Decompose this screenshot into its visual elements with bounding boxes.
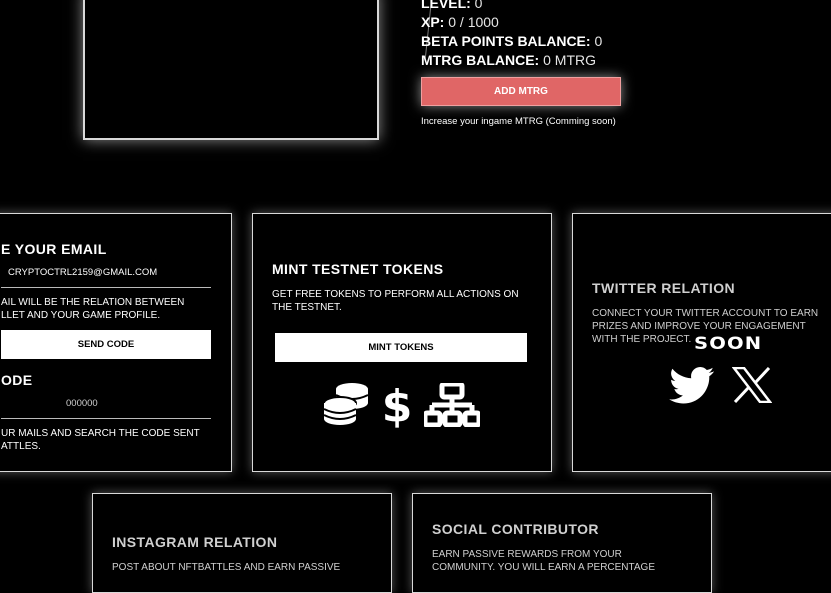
coins-icon xyxy=(322,381,370,427)
svg-text:$: $ xyxy=(383,381,411,429)
xp-row: XP: 0 / 1000 xyxy=(421,14,499,30)
add-mtrg-hint: Increase your ingame MTRG (Comming soon) xyxy=(421,116,616,127)
code-hint: UR MAILS AND SEARCH THE CODE SENT ATTLES… xyxy=(1,428,200,452)
email-card-description: AIL WILL BE THE RELATION BETWEEN LLET AN… xyxy=(1,297,185,321)
network-icon xyxy=(424,383,480,427)
beta-points-row: BETA POINTS BALANCE: 0 xyxy=(421,33,603,49)
instagram-card-description: POST ABOUT NFTBATTLES AND EARN PASSIVE xyxy=(112,562,341,573)
send-code-button[interactable]: SEND CODE xyxy=(1,330,211,359)
instagram-card-title: INSTAGRAM RELATION xyxy=(112,534,278,550)
avatar-frame xyxy=(83,0,379,140)
code-title: ODE xyxy=(1,372,33,388)
mint-card: MINT TESTNET TOKENS GET FREE TOKENS TO P… xyxy=(252,213,552,472)
email-field[interactable]: CRYPTOCTRL2159@GMAIL.COM xyxy=(1,266,211,288)
instagram-card: INSTAGRAM RELATION POST ABOUT NFTBATTLES… xyxy=(92,493,392,593)
social-card-title: SOCIAL CONTRIBUTOR xyxy=(432,521,599,537)
mtrg-balance-row: MTRG BALANCE: 0 MTRG xyxy=(421,52,596,68)
social-contributor-card: SOCIAL CONTRIBUTOR EARN PASSIVE REWARDS … xyxy=(412,493,712,593)
soon-badge: SOON xyxy=(694,334,763,354)
x-logo-icon[interactable] xyxy=(732,367,772,403)
code-input[interactable]: 000000 xyxy=(1,397,211,419)
twitter-card: TWITTER RELATION CONNECT YOUR TWITTER AC… xyxy=(572,213,831,472)
profile-stats: LEVEL: 0 XP: 0 / 1000 BETA POINTS BALANC… xyxy=(421,0,602,70)
email-card: E YOUR EMAIL CRYPTOCTRL2159@GMAIL.COM AI… xyxy=(0,213,232,472)
level-row: LEVEL: 0 xyxy=(421,0,483,11)
twitter-card-title: TWITTER RELATION xyxy=(592,280,736,296)
add-mtrg-button[interactable]: ADD MTRG xyxy=(421,77,621,106)
social-card-description: EARN PASSIVE REWARDS FROM YOUR COMMUNITY… xyxy=(432,549,656,573)
dollar-icon: $ xyxy=(383,379,411,429)
twitter-bird-icon[interactable] xyxy=(669,367,715,405)
mint-card-title: MINT TESTNET TOKENS xyxy=(272,261,444,277)
mint-card-description: GET FREE TOKENS TO PERFORM ALL ACTIONS O… xyxy=(272,289,519,313)
mint-tokens-button[interactable]: MINT TOKENS xyxy=(275,333,527,362)
email-card-title: E YOUR EMAIL xyxy=(1,241,107,257)
